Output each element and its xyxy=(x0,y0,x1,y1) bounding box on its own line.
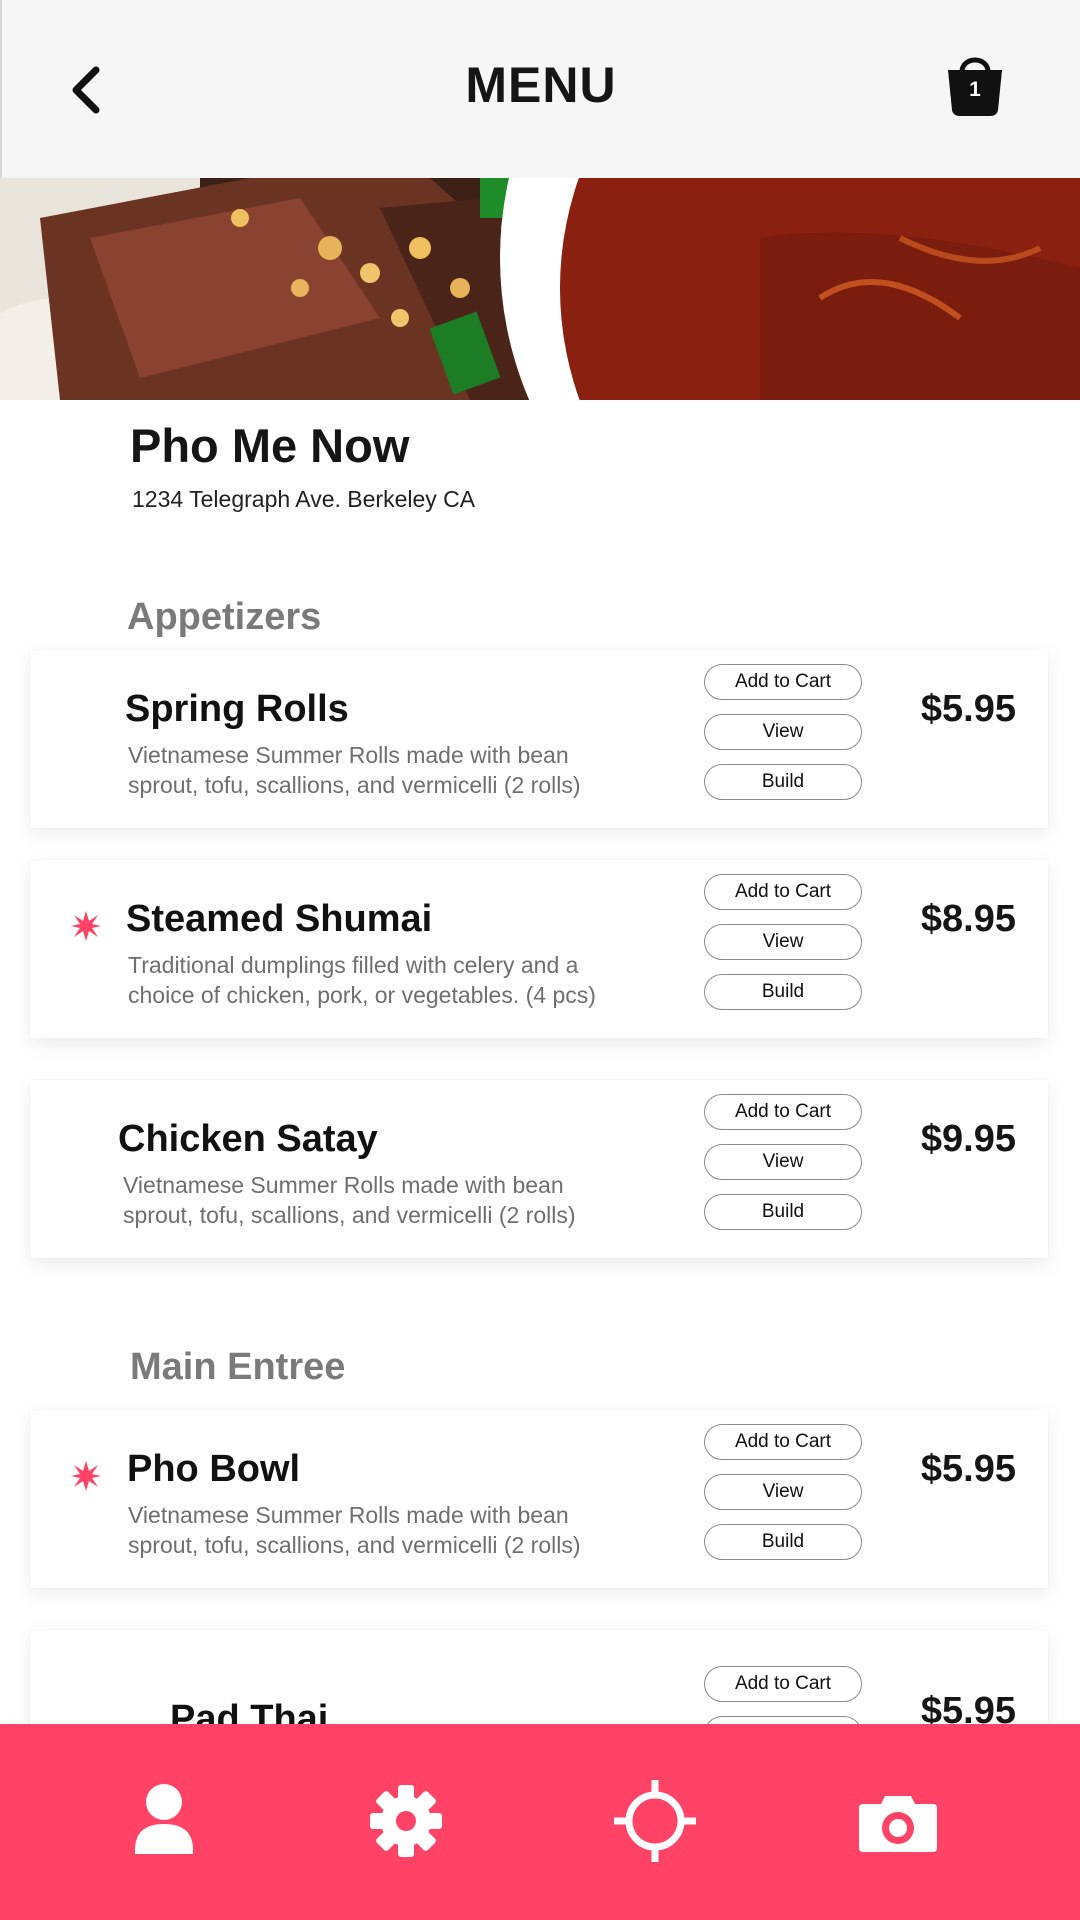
item-name: Spring Rolls xyxy=(125,688,349,730)
item-price: $5.95 xyxy=(920,688,1016,730)
item-name: Steamed Shumai xyxy=(126,898,433,940)
cart-button[interactable]: 1 xyxy=(942,50,1008,120)
gear-icon xyxy=(370,1785,442,1857)
build-button[interactable]: Build xyxy=(704,1524,862,1560)
view-button[interactable]: View xyxy=(704,1474,862,1510)
section-title-appetizers: Appetizers xyxy=(127,596,322,638)
item-price: $5.95 xyxy=(920,1448,1016,1490)
hero-food-image xyxy=(0,178,1080,400)
item-description: Vietnamese Summer Rolls made with bean s… xyxy=(128,740,668,800)
view-button[interactable]: View xyxy=(704,924,862,960)
view-button[interactable]: View xyxy=(704,1144,862,1180)
featured-star-icon xyxy=(71,911,101,941)
item-description-line: sprout, tofu, scallions, and vermicelli … xyxy=(128,1532,581,1558)
item-description: Vietnamese Summer Rolls made with bean s… xyxy=(123,1170,663,1230)
add-to-cart-button[interactable]: Add to Cart xyxy=(704,664,862,700)
cart-count-badge: 1 xyxy=(969,78,981,101)
camera-icon xyxy=(859,1796,937,1852)
page-title: MENU xyxy=(465,57,617,113)
crosshair-icon xyxy=(614,1780,696,1862)
menu-item-card: Steamed Shumai Traditional dumplings fil… xyxy=(30,860,1048,1038)
item-description-line: sprout, tofu, scallions, and vermicelli … xyxy=(123,1202,576,1228)
item-name: Chicken Satay xyxy=(118,1118,378,1160)
item-description-line: Vietnamese Summer Rolls made with bean xyxy=(128,742,569,768)
restaurant-address: 1234 Telegraph Ave. Berkeley CA xyxy=(132,486,476,512)
build-button[interactable]: Build xyxy=(704,764,862,800)
section-title-main-entree: Main Entree xyxy=(130,1346,346,1388)
locate-tab[interactable] xyxy=(610,1776,700,1866)
settings-tab[interactable] xyxy=(361,1776,451,1866)
featured-star-icon xyxy=(71,1461,101,1491)
add-to-cart-button[interactable]: Add to Cart xyxy=(704,1094,862,1130)
item-description-line: Traditional dumplings filled with celery… xyxy=(128,952,579,978)
menu-item-card: Pho Bowl Vietnamese Summer Rolls made wi… xyxy=(30,1410,1048,1588)
item-description: Vietnamese Summer Rolls made with bean s… xyxy=(128,1500,668,1560)
build-button[interactable]: Build xyxy=(704,1194,862,1230)
profile-tab[interactable] xyxy=(119,1776,209,1866)
item-description-line: Vietnamese Summer Rolls made with bean xyxy=(123,1172,564,1198)
restaurant-name: Pho Me Now xyxy=(130,419,410,472)
item-description-line: sprout, tofu, scallions, and vermicelli … xyxy=(128,772,581,798)
build-button[interactable]: Build xyxy=(704,974,862,1010)
item-description-line: choice of chicken, pork, or vegetables. … xyxy=(128,982,596,1008)
add-to-cart-button[interactable]: Add to Cart xyxy=(704,874,862,910)
view-button[interactable]: View xyxy=(704,714,862,750)
camera-tab[interactable] xyxy=(853,1776,943,1866)
item-description-line: Vietnamese Summer Rolls made with bean xyxy=(128,1502,569,1528)
person-icon xyxy=(135,1784,193,1854)
bottom-nav-bar xyxy=(0,1724,1080,1920)
menu-item-card: Spring Rolls Vietnamese Summer Rolls mad… xyxy=(30,650,1048,828)
add-to-cart-button[interactable]: Add to Cart xyxy=(704,1424,862,1460)
item-price: $9.95 xyxy=(920,1118,1016,1160)
item-name: Pho Bowl xyxy=(127,1448,301,1490)
menu-item-card: Chicken Satay Vietnamese Summer Rolls ma… xyxy=(30,1080,1048,1258)
item-description: Traditional dumplings filled with celery… xyxy=(128,950,668,1010)
item-price: $8.95 xyxy=(920,898,1016,940)
add-to-cart-button[interactable]: Add to Cart xyxy=(704,1666,862,1702)
header-bar: MENU 1 xyxy=(0,0,1080,178)
